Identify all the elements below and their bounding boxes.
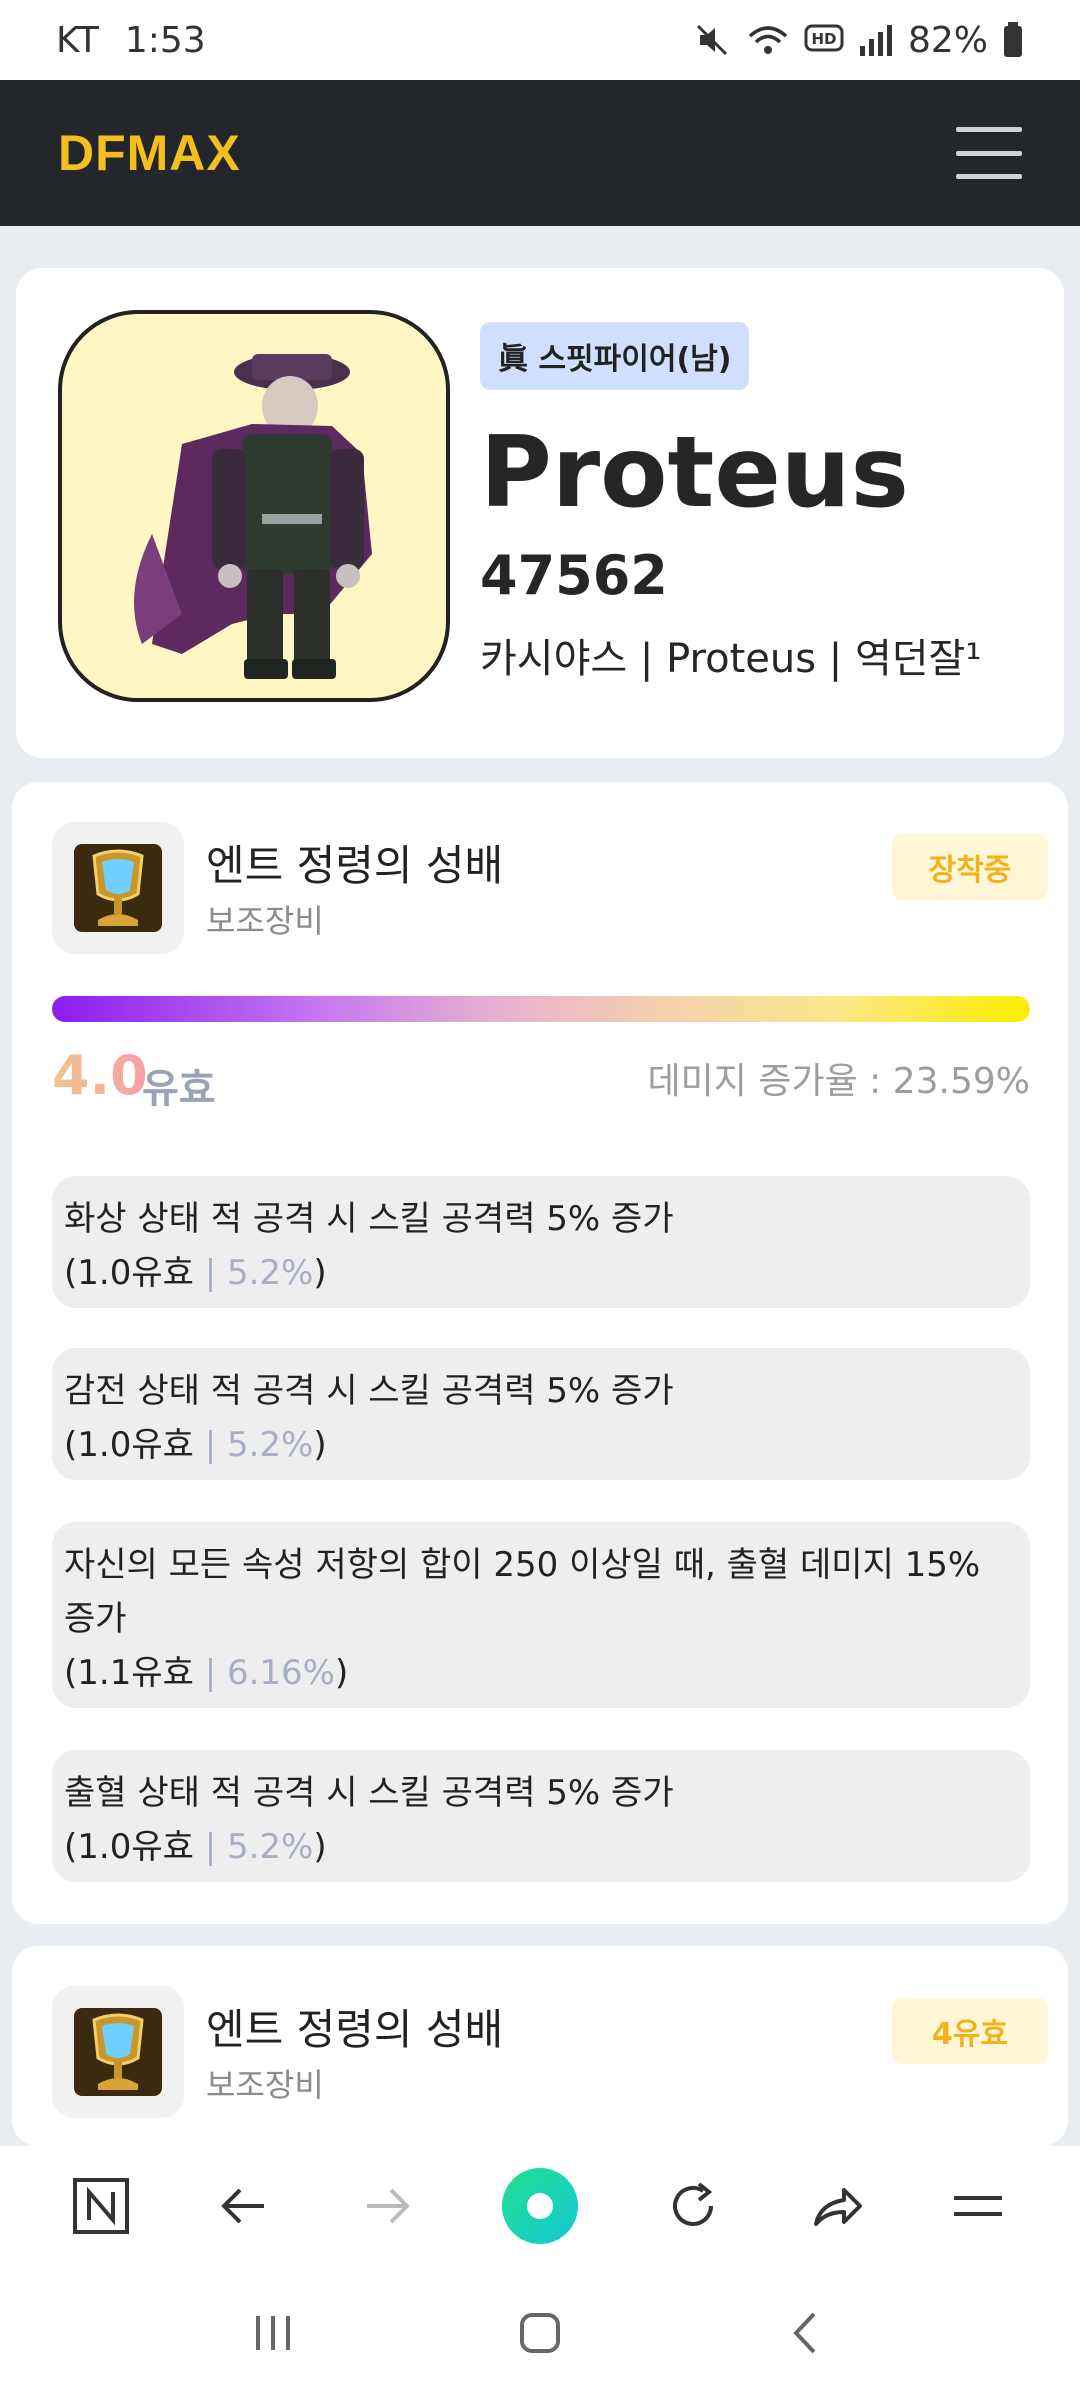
carrier-label: KT xyxy=(56,19,99,61)
option-text: 감전 상태 적 공격 시 스킬 공격력 5% 증가 xyxy=(64,1371,674,1411)
signal-icon xyxy=(858,22,894,58)
browser-toolbar xyxy=(0,2146,1080,2270)
option-value: 1.1유효 xyxy=(77,1653,194,1693)
option-row: 출혈 상태 적 공격 시 스킬 공격력 5% 증가 (1.0유효 | 5.2%) xyxy=(52,1750,1030,1882)
grade-value: 4.0 xyxy=(52,1044,148,1107)
character-profile-card: 眞 스핏파이어(남) Proteus 47562 카시야스 | Proteus … xyxy=(16,268,1064,758)
item-type: 보조장비 xyxy=(206,2066,324,2104)
option-text: 화상 상태 적 공격 시 스킬 공격력 5% 증가 xyxy=(64,1199,674,1239)
status-bar: KT 1:53 HD 82% xyxy=(0,0,1080,80)
grade-badge: 4유효 xyxy=(892,1998,1048,2064)
option-row: 감전 상태 적 공격 시 스킬 공격력 5% 증가 (1.0유효 | 5.2%) xyxy=(52,1348,1030,1480)
damage-increase-rate: 데미지 증가율 : 23.59% xyxy=(647,1061,1030,1102)
mute-icon xyxy=(692,20,732,60)
home-circle-icon[interactable] xyxy=(500,2166,580,2250)
option-percent: | 5.2% xyxy=(193,1827,314,1867)
character-info: 카시야스 | Proteus | 역던잘¹ xyxy=(480,636,982,682)
option-text: 출혈 상태 적 공격 시 스킬 공격력 5% 증가 xyxy=(64,1773,674,1813)
site-logo[interactable]: DFMAX xyxy=(58,124,241,182)
hamburger-icon[interactable] xyxy=(956,127,1022,179)
equipped-badge: 장착중 xyxy=(892,834,1048,900)
system-nav-bar xyxy=(0,2270,1080,2400)
home-button-icon[interactable] xyxy=(515,2308,565,2362)
option-row: 자신의 모든 속성 저항의 합이 250 이상일 때, 출혈 데미지 15% 증… xyxy=(52,1522,1030,1708)
grade-row: 4.0 유효 데미지 증가율 : 23.59% xyxy=(52,1044,1030,1114)
option-percent: | 5.2% xyxy=(193,1425,314,1465)
refresh-icon[interactable] xyxy=(663,2176,723,2240)
job-class-badge: 眞 스핏파이어(남) xyxy=(480,322,750,390)
site-header: DFMAX xyxy=(0,80,1080,226)
equipment-card[interactable]: 엔트 정령의 성배 보조장비 4유효 xyxy=(12,1946,1068,2146)
item-name: 엔트 정령의 성배 xyxy=(206,841,504,890)
menu-lines-icon[interactable] xyxy=(948,2176,1008,2240)
item-icon xyxy=(52,822,184,954)
option-percent: | 5.2% xyxy=(193,1253,314,1293)
wifi-icon xyxy=(746,20,790,60)
character-name: Proteus xyxy=(480,416,909,530)
character-fame: 47562 xyxy=(480,544,668,607)
naver-n-icon[interactable] xyxy=(71,2176,131,2240)
battery-icon xyxy=(1002,21,1024,59)
share-icon[interactable] xyxy=(806,2176,866,2240)
option-value: 1.0유효 xyxy=(77,1425,194,1465)
equipment-card[interactable]: 엔트 정령의 성배 보조장비 장착중 4.0 유효 데미지 증가율 : 23.5… xyxy=(12,782,1068,1924)
hd-icon: HD xyxy=(804,22,844,58)
recents-icon[interactable] xyxy=(248,2308,298,2362)
system-back-icon[interactable] xyxy=(782,2308,832,2362)
back-arrow-icon[interactable] xyxy=(214,2176,274,2240)
option-text: 자신의 모든 속성 저항의 합이 250 이상일 때, 출혈 데미지 15% 증… xyxy=(64,1545,981,1639)
item-icon xyxy=(52,1986,184,2118)
option-row: 화상 상태 적 공격 시 스킬 공격력 5% 증가 (1.0유효 | 5.2%) xyxy=(52,1176,1030,1308)
option-percent: | 6.16% xyxy=(193,1653,335,1693)
clock: 1:53 xyxy=(124,19,206,61)
option-value: 1.0유효 xyxy=(77,1827,194,1867)
battery-percent: 82% xyxy=(907,19,988,61)
item-type: 보조장비 xyxy=(206,902,324,940)
character-avatar xyxy=(58,310,450,702)
option-value: 1.0유효 xyxy=(77,1253,194,1293)
svg-text:HD: HD xyxy=(811,30,836,48)
item-name: 엔트 정령의 성배 xyxy=(206,2005,504,2054)
grade-bar xyxy=(52,996,1030,1022)
forward-arrow-icon[interactable] xyxy=(357,2176,417,2240)
grade-unit: 유효 xyxy=(142,1066,216,1112)
